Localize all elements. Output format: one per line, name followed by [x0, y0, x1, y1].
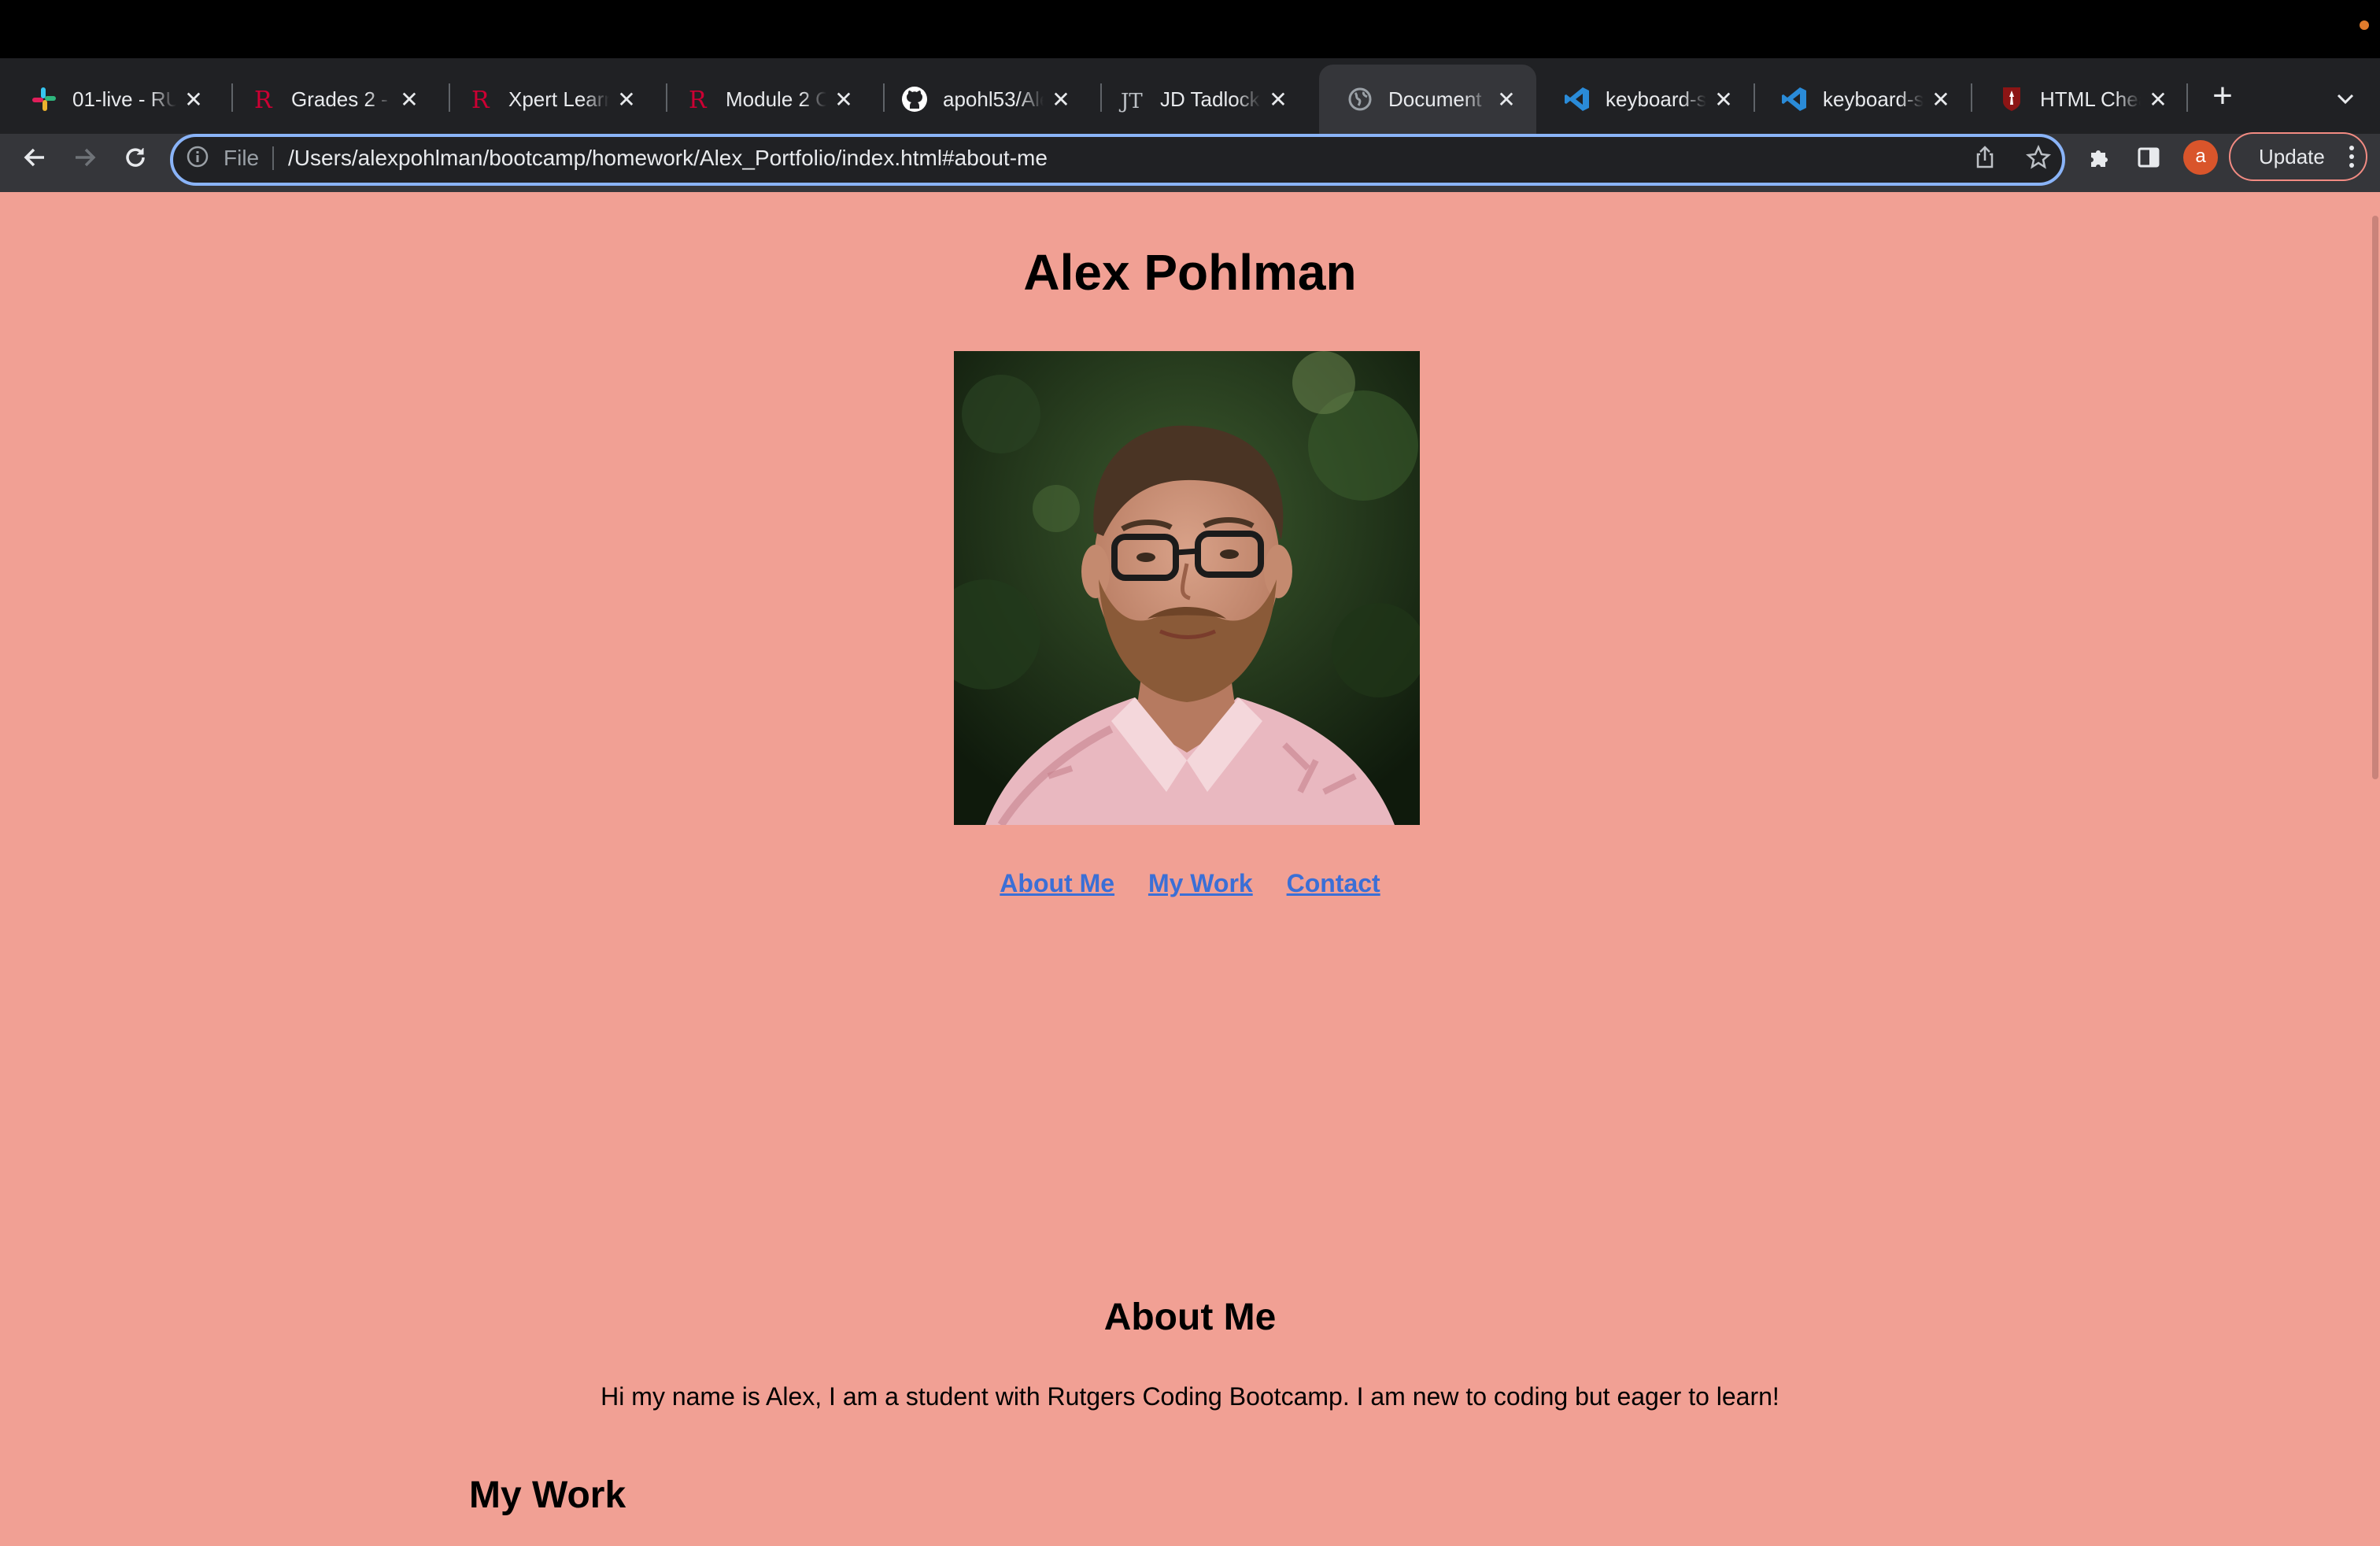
- close-icon[interactable]: ✕: [1495, 87, 1517, 112]
- stanford-icon: [1998, 85, 2026, 113]
- svg-text:R: R: [689, 87, 708, 113]
- close-icon[interactable]: ✕: [1713, 87, 1735, 112]
- tab-title: Document: [1388, 87, 1482, 111]
- page-title: Alex Pohlman: [1023, 244, 1357, 301]
- new-tab-plus-icon[interactable]: +: [2204, 79, 2241, 117]
- info-icon[interactable]: [186, 145, 213, 172]
- close-icon[interactable]: ✕: [1050, 87, 1072, 112]
- tab-html-cheat-sheet[interactable]: HTML Cheat ✕: [1971, 65, 2188, 134]
- rutgers-icon: R: [249, 85, 277, 113]
- share-icon[interactable]: [1966, 139, 2004, 176]
- tab-title: JD Tadlock |: [1160, 87, 1261, 111]
- close-icon[interactable]: ✕: [183, 87, 205, 112]
- jt-icon: JT: [1118, 85, 1146, 113]
- svg-text:R: R: [254, 87, 273, 113]
- bookmark-star-icon[interactable]: [2020, 139, 2057, 176]
- my-work-heading: My Work: [469, 1474, 626, 1516]
- address-scheme-label: File: [224, 146, 260, 170]
- about-me-text: Hi my name is Alex, I am a student with …: [601, 1382, 1779, 1411]
- update-button[interactable]: Update: [2229, 132, 2367, 181]
- tab-divider: [2186, 83, 2188, 112]
- recording-indicator: [2360, 20, 2369, 30]
- profile-photo: [954, 351, 1420, 825]
- update-label: Update: [2259, 144, 2325, 168]
- address-url[interactable]: /Users/alexpohlman/bootcamp/homework/Ale…: [288, 143, 1048, 173]
- tab-keyboard-shortcuts-2[interactable]: keyboard-sh ✕: [1754, 65, 1971, 134]
- tab-keyboard-shortcuts-1[interactable]: keyboard-sh ✕: [1536, 65, 1754, 134]
- close-icon[interactable]: ✕: [398, 87, 420, 112]
- tab-document[interactable]: Document ✕: [1319, 65, 1536, 134]
- screen: 01-live - RUT ✕ R Grades 2 - B ✕ R Xpert…: [0, 0, 2380, 1546]
- reload-icon[interactable]: [116, 139, 154, 176]
- tab-slack[interactable]: 01-live - RUT ✕: [3, 65, 224, 134]
- tab-title: keyboard-sh: [1823, 87, 1924, 111]
- rutgers-icon: R: [683, 85, 711, 113]
- close-icon[interactable]: ✕: [1930, 87, 1952, 112]
- more-menu-icon[interactable]: [2349, 145, 2355, 168]
- github-icon: [900, 85, 929, 113]
- tab-xpert-learning[interactable]: R Xpert Learnin ✕: [439, 65, 656, 134]
- tab-title: Xpert Learnin: [508, 87, 609, 111]
- close-icon[interactable]: ✕: [615, 87, 638, 112]
- close-icon[interactable]: ✕: [2147, 87, 2169, 112]
- tab-jd-tadlock[interactable]: JT JD Tadlock | ✕: [1091, 65, 1308, 134]
- tab-title: HTML Cheat: [2040, 87, 2141, 111]
- tab-title: Module 2 Ch: [726, 87, 826, 111]
- address-divider: [272, 146, 274, 170]
- nav-link-about-me[interactable]: About Me: [1000, 869, 1114, 897]
- about-me-heading: About Me: [1103, 1296, 1277, 1338]
- tab-title: apohl53/Alex: [943, 87, 1044, 111]
- vscode-icon: [1563, 85, 1591, 113]
- nav-link-my-work[interactable]: My Work: [1148, 869, 1253, 897]
- tab-strip: 01-live - RUT ✕ R Grades 2 - B ✕ R Xpert…: [0, 58, 2380, 134]
- tab-title: 01-live - RUT: [72, 87, 176, 111]
- page-viewport: Alex Pohlman About Me My Work Contact Ab…: [0, 192, 2380, 1546]
- rutgers-icon: R: [466, 85, 494, 113]
- main-nav: About Me My Work Contact: [0, 866, 2380, 901]
- tab-title: Grades 2 - B: [291, 87, 392, 111]
- close-icon[interactable]: ✕: [1267, 87, 1289, 112]
- globe-icon: [1346, 85, 1374, 113]
- tab-github[interactable]: apohl53/Alex ✕: [874, 65, 1091, 134]
- extensions-puzzle-icon[interactable]: [2081, 139, 2119, 176]
- back-arrow-icon[interactable]: [16, 139, 54, 176]
- side-panel-icon[interactable]: [2130, 139, 2168, 176]
- system-top-bar: [0, 0, 2380, 58]
- tab-title: keyboard-sh: [1606, 87, 1706, 111]
- vscode-icon: [1780, 85, 1809, 113]
- slack-icon: [30, 85, 58, 113]
- tab-module-2[interactable]: R Module 2 Ch ✕: [656, 65, 874, 134]
- svg-text:JT: JT: [1118, 90, 1143, 113]
- tab-search-chevron-icon[interactable]: [2330, 83, 2361, 115]
- close-icon[interactable]: ✕: [833, 87, 855, 112]
- profile-avatar[interactable]: a: [2183, 140, 2218, 175]
- tab-grades[interactable]: R Grades 2 - B ✕: [222, 65, 439, 134]
- svg-text:R: R: [471, 87, 490, 113]
- nav-link-contact[interactable]: Contact: [1287, 869, 1380, 897]
- forward-arrow-icon[interactable]: [66, 139, 104, 176]
